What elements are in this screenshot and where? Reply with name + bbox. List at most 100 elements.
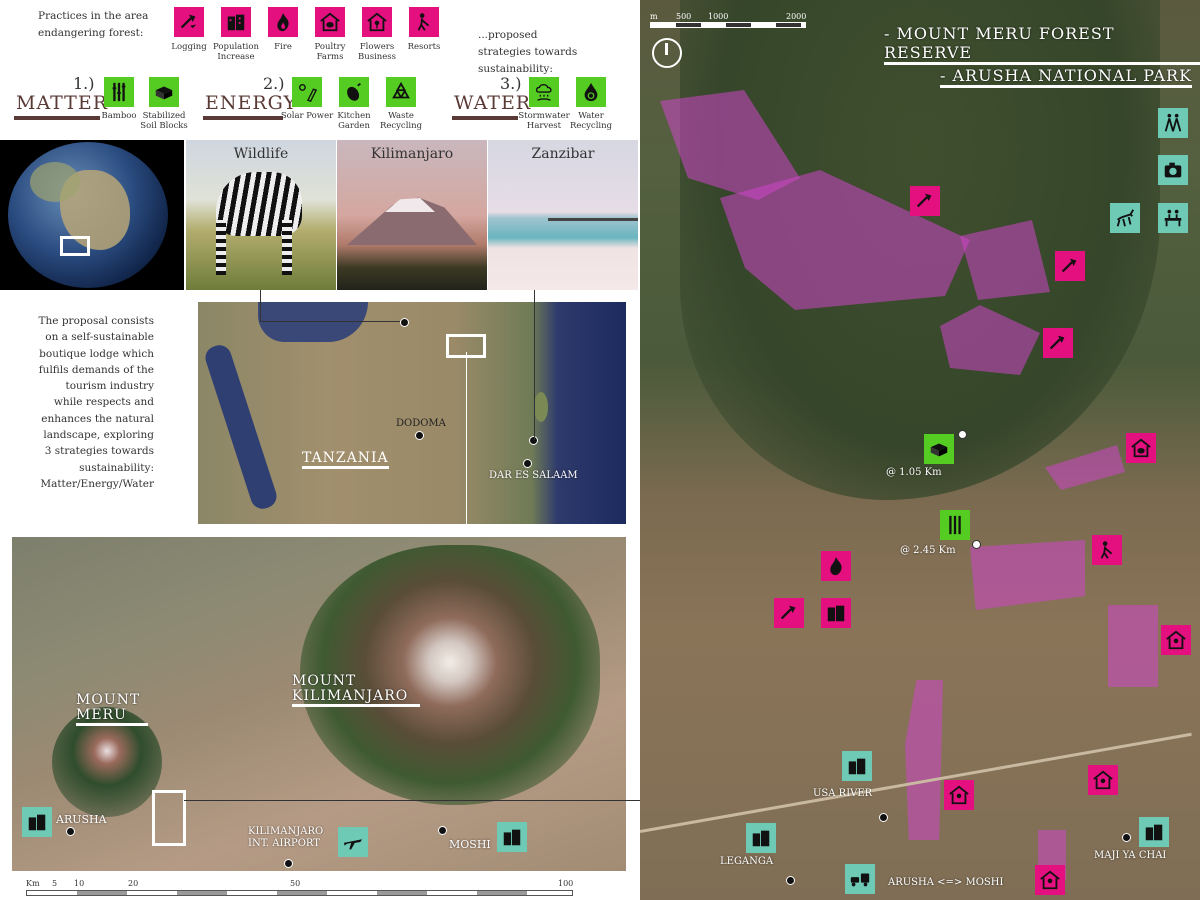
city-label: DAR ES SALAAM xyxy=(489,470,578,481)
practice-flowers xyxy=(362,7,392,37)
town-icon xyxy=(22,807,52,837)
photo-zanzibar xyxy=(488,140,638,290)
endangered-zone xyxy=(1108,605,1158,687)
strategies-intro: ...proposed strategies towards sustainab… xyxy=(478,29,578,75)
detail-scale-bar xyxy=(650,22,806,28)
recycle-icon xyxy=(386,77,416,107)
photo-label: Zanzibar xyxy=(531,146,595,162)
place-label: MAJI YA CHAI xyxy=(1094,850,1167,861)
soil-blocks-icon xyxy=(924,434,954,464)
solar-panel-icon xyxy=(292,77,322,107)
site-marker xyxy=(958,430,967,439)
flower-house-icon xyxy=(1088,765,1118,795)
flower-house-icon xyxy=(1035,865,1065,895)
town-icon xyxy=(842,751,872,781)
reading-icon xyxy=(1158,203,1188,233)
bamboo-icon xyxy=(104,77,134,107)
place-label: LEGANGA xyxy=(720,856,774,867)
strategy-number: 1.) xyxy=(73,74,95,93)
strategy-item-label: Stabilized Soil Blocks xyxy=(140,111,188,131)
photo-label: Wildlife xyxy=(233,146,289,162)
practices-intro: Practices in the area endangering forest… xyxy=(38,10,149,39)
chicken-house-icon xyxy=(1126,433,1156,463)
vehicles-icon xyxy=(845,864,875,894)
scale-tick: 100 xyxy=(558,879,574,888)
practice-poultry xyxy=(315,7,345,37)
eggplant-icon xyxy=(339,77,369,107)
practice-logging xyxy=(174,7,204,37)
scale-tick: 500 xyxy=(676,12,692,21)
strategy-number: 2.) xyxy=(263,74,285,93)
site-marker xyxy=(972,540,981,549)
bamboo-icon xyxy=(940,510,970,540)
flower-house-icon xyxy=(944,780,974,810)
buildings-icon xyxy=(821,598,851,628)
distance-label: @ 2.45 Km xyxy=(900,545,956,556)
strategy-item-label: Waste Recycling xyxy=(379,111,423,131)
endangered-zone xyxy=(1045,445,1125,490)
city-dot xyxy=(523,459,532,468)
photo-kilimanjaro xyxy=(337,140,487,290)
title-underline xyxy=(14,116,100,120)
connector-line xyxy=(260,290,261,322)
distance-label: @ 1.05 Km xyxy=(886,467,942,478)
endangered-zone xyxy=(905,680,943,840)
detail-title-2: - ARUSHA NATIONAL PARK xyxy=(940,66,1193,88)
axe-icon xyxy=(174,7,204,37)
city-dot xyxy=(879,813,888,822)
place-label: ARUSHA xyxy=(56,813,107,826)
rain-cloud-icon xyxy=(529,77,559,107)
camera-icon xyxy=(1158,155,1188,185)
axe-icon xyxy=(910,186,940,216)
practice-label: Resorts xyxy=(407,42,441,52)
city-dot xyxy=(1122,833,1131,842)
location-marker xyxy=(60,236,90,256)
scale-tick: 1000 xyxy=(708,12,729,21)
location-marker xyxy=(152,790,186,846)
proposal-description: The proposal consists on a self-sustaina… xyxy=(38,315,154,490)
fire-icon xyxy=(268,7,298,37)
place-label: KILIMANJARO INT. AIRPORT xyxy=(248,826,324,849)
globe-image xyxy=(0,140,184,290)
city-dot xyxy=(284,859,293,868)
town-icon xyxy=(497,822,527,852)
photo-wildlife xyxy=(186,140,336,290)
axe-icon xyxy=(1055,251,1085,281)
endangered-zone xyxy=(970,540,1085,610)
connector-line xyxy=(534,290,535,440)
water-drop-icon xyxy=(576,77,606,107)
strategy-number: 3.) xyxy=(500,74,522,93)
flower-house-icon xyxy=(1161,625,1191,655)
town-icon xyxy=(746,823,776,853)
place-label: USA RIVER xyxy=(813,788,873,799)
connector-line xyxy=(184,800,640,801)
connector-line xyxy=(260,321,400,322)
axe-icon xyxy=(1043,328,1073,358)
scale-unit: Km xyxy=(26,879,40,888)
golfer-icon xyxy=(1092,535,1122,565)
practice-resorts xyxy=(409,7,439,37)
title-underline xyxy=(203,116,283,120)
practice-fire xyxy=(268,7,298,37)
scale-tick: 2000 xyxy=(786,12,807,21)
place-label: MOSHI xyxy=(449,838,491,851)
photo-label: Kilimanjaro xyxy=(370,146,454,162)
practice-population xyxy=(221,7,251,37)
tanzania-map xyxy=(198,302,626,524)
soil-blocks-icon xyxy=(149,77,179,107)
scale-tick: 10 xyxy=(74,879,85,888)
scale-tick: 5 xyxy=(52,879,58,888)
kilimanjaro-label: MOUNT KILIMANJARO xyxy=(292,674,420,707)
golfer-icon xyxy=(409,7,439,37)
scale-tick: 20 xyxy=(128,879,139,888)
flower-house-icon xyxy=(362,7,392,37)
detail-title-1: - MOUNT MERU FOREST RESERVE xyxy=(884,24,1200,65)
country-label: TANZANIA xyxy=(302,450,389,469)
scale-tick: 50 xyxy=(290,879,301,888)
chicken-house-icon xyxy=(315,7,345,37)
city-dot xyxy=(415,431,424,440)
city-dot xyxy=(66,827,75,836)
axe-icon xyxy=(774,598,804,628)
city-dot xyxy=(786,876,795,885)
city-label: DODOMA xyxy=(396,418,446,429)
